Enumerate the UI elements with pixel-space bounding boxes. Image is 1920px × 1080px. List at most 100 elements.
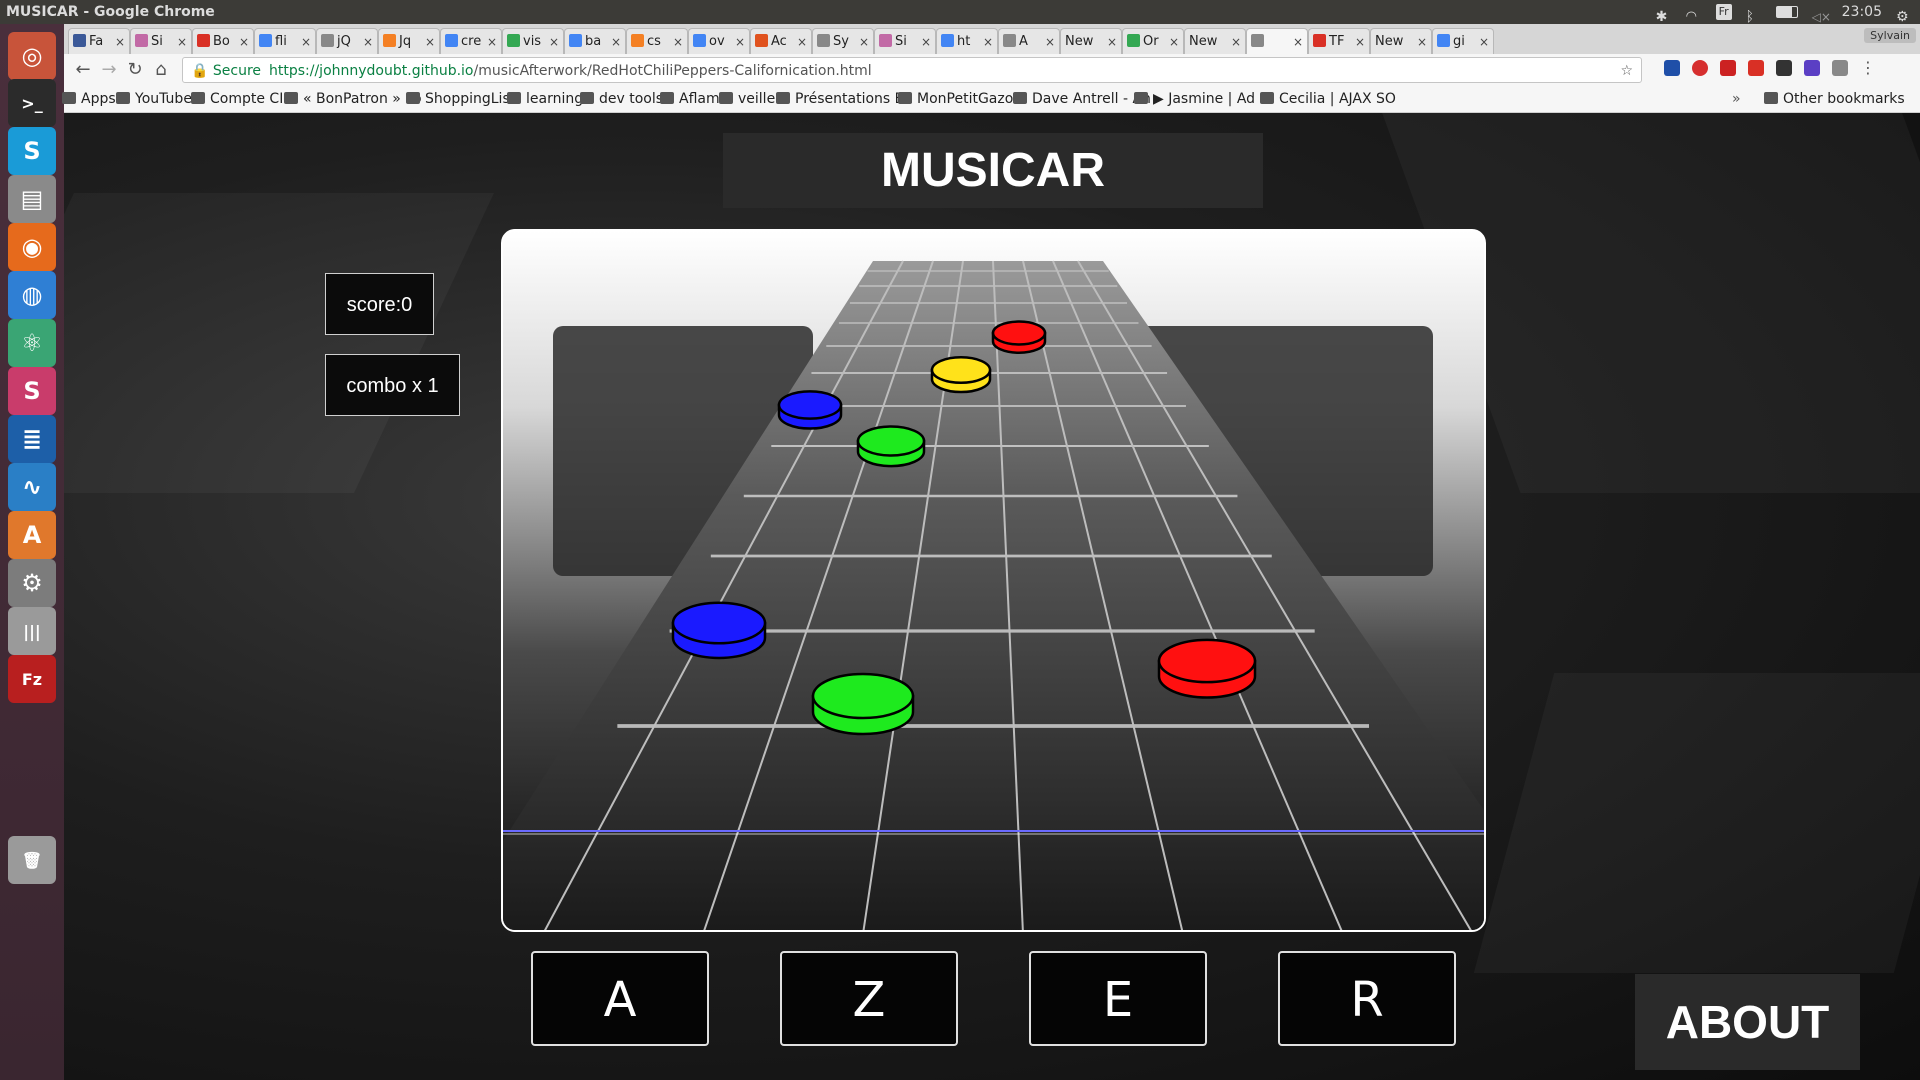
chrome-icon[interactable]: ◍ <box>8 271 56 319</box>
tab-close-icon[interactable]: × <box>1417 29 1427 54</box>
browser-tab[interactable]: jQ × <box>316 28 378 54</box>
key-r-button[interactable]: R <box>1278 951 1456 1046</box>
firefox-icon[interactable]: ◉ <box>8 223 56 271</box>
browser-tab[interactable]: Sy × <box>812 28 874 54</box>
browser-tab[interactable]: cs × <box>626 28 688 54</box>
tab-close-icon[interactable]: × <box>1293 29 1303 54</box>
bookmark-item[interactable]: YouTube <box>116 86 192 112</box>
bookmark-item[interactable]: learning <box>507 86 583 112</box>
star-icon[interactable]: ☆ <box>1620 58 1633 84</box>
browser-tab[interactable]: Or × <box>1122 28 1184 54</box>
tab-close-icon[interactable]: × <box>983 29 993 54</box>
tab-close-icon[interactable]: × <box>239 29 249 54</box>
browser-tab[interactable]: cre × <box>440 28 502 54</box>
bookmark-item[interactable]: Présentations Bu <box>776 86 913 112</box>
tab-close-icon[interactable]: × <box>1045 29 1055 54</box>
tab-close-icon[interactable]: × <box>611 29 621 54</box>
browser-tab[interactable]: Jq × <box>378 28 440 54</box>
extension-icon[interactable] <box>1832 60 1848 76</box>
ubuntu-dash-icon[interactable]: ◎ <box>8 32 56 80</box>
browser-tab[interactable]: ov × <box>688 28 750 54</box>
bookmark-item[interactable]: ShoppingList <box>406 86 515 112</box>
bookmark-item[interactable]: dev tools <box>580 86 663 112</box>
keyboard-layout-indicator[interactable]: Fr <box>1715 4 1732 20</box>
tab-close-icon[interactable]: × <box>115 29 125 54</box>
tab-close-icon[interactable]: × <box>1107 29 1117 54</box>
opera-icon[interactable] <box>1692 60 1708 76</box>
tab-close-icon[interactable]: × <box>549 29 559 54</box>
system-monitor-icon[interactable]: ∿ <box>8 463 56 511</box>
tab-close-icon[interactable]: × <box>1231 29 1241 54</box>
clock[interactable]: 23:05 <box>1842 0 1882 24</box>
terminal-icon[interactable]: >_ <box>8 79 56 127</box>
extension-icon[interactable] <box>1776 60 1792 76</box>
tab-close-icon[interactable]: × <box>487 29 497 54</box>
bluetooth-icon[interactable]: ᛒ <box>1746 5 1762 25</box>
tab-close-icon[interactable]: × <box>177 29 187 54</box>
adblock-icon[interactable] <box>1720 60 1736 76</box>
battery-icon[interactable] <box>1775 6 1798 18</box>
back-arrow-icon[interactable]: ← <box>72 59 94 81</box>
home-icon[interactable]: ⌂ <box>150 59 172 81</box>
system-settings-icon[interactable]: ⚙ <box>8 559 56 607</box>
extension-icon[interactable] <box>1804 60 1820 76</box>
gmail-icon[interactable] <box>1748 60 1764 76</box>
settings-icon[interactable]: ✱ <box>1656 5 1672 25</box>
tab-close-icon[interactable]: × <box>1479 29 1489 54</box>
browser-tab[interactable]: Si × <box>874 28 936 54</box>
bookmark-item[interactable]: MonPetitGazon <box>898 86 1022 112</box>
bookmark-item[interactable]: « BonPatron » co <box>284 86 422 112</box>
bookmark-item[interactable]: Compte CIC <box>191 86 293 112</box>
address-bar[interactable]: 🔒 Secure https://johnnydoubt.github.io/m… <box>182 57 1642 83</box>
browser-tab[interactable]: ba × <box>564 28 626 54</box>
slack-icon[interactable]: S <box>8 367 56 415</box>
bookmark-item[interactable]: Cecilia | AJAX SO <box>1260 86 1396 112</box>
bookmark-item[interactable]: veille <box>719 86 775 112</box>
browser-tab[interactable]: Ac × <box>750 28 812 54</box>
browser-tab[interactable]: New × <box>1370 28 1432 54</box>
browser-tab[interactable]: fli × <box>254 28 316 54</box>
menu-icon[interactable]: ⋮ <box>1860 60 1876 76</box>
atom-icon[interactable]: ⚛ <box>8 319 56 367</box>
filezilla-icon[interactable]: Fz <box>8 655 56 703</box>
browser-tab[interactable]: vis × <box>502 28 564 54</box>
wifi-icon[interactable]: ◠ <box>1686 5 1702 24</box>
skype-icon[interactable]: S <box>8 127 56 175</box>
bookmarks-overflow-chevron[interactable]: » <box>1732 86 1741 112</box>
other-bookmarks[interactable]: Other bookmarks <box>1764 86 1905 112</box>
tab-close-icon[interactable]: × <box>425 29 435 54</box>
browser-tab[interactable]: TF × <box>1308 28 1370 54</box>
browser-tab[interactable]: gi × <box>1432 28 1494 54</box>
forward-arrow-icon[interactable]: → <box>98 59 120 81</box>
tab-close-icon[interactable]: × <box>673 29 683 54</box>
trash-icon[interactable]: 🗑 <box>8 836 56 884</box>
bookmark-item[interactable]: Dave Antrell - An <box>1013 86 1151 112</box>
browser-tab[interactable]: A × <box>998 28 1060 54</box>
key-e-button[interactable]: E <box>1029 951 1207 1046</box>
tab-close-icon[interactable]: × <box>363 29 373 54</box>
browser-tab[interactable]: New × <box>1060 28 1122 54</box>
tab-close-icon[interactable]: × <box>797 29 807 54</box>
browser-tab[interactable]: Fa × <box>68 28 130 54</box>
tab-close-icon[interactable]: × <box>301 29 311 54</box>
software-center-icon[interactable]: A <box>8 511 56 559</box>
browser-tab[interactable]: Si × <box>130 28 192 54</box>
browser-tab[interactable]: × <box>1246 28 1308 54</box>
power-gear-icon[interactable]: ⚙ <box>1896 5 1912 25</box>
volume-icon[interactable]: ◁× <box>1812 5 1831 24</box>
key-z-button[interactable]: Z <box>780 951 958 1046</box>
bookmark-item[interactable]: ▶ Jasmine | Ad n <box>1134 86 1268 112</box>
mixer-icon[interactable]: ||| <box>8 607 56 655</box>
key-a-button[interactable]: A <box>531 951 709 1046</box>
libreoffice-writer-icon[interactable]: ≣ <box>8 415 56 463</box>
tab-close-icon[interactable]: × <box>1169 29 1179 54</box>
bookmark-item[interactable]: Apps <box>62 86 116 112</box>
tab-close-icon[interactable]: × <box>1355 29 1365 54</box>
browser-tab[interactable]: Bo × <box>192 28 254 54</box>
tab-close-icon[interactable]: × <box>735 29 745 54</box>
about-button[interactable]: ABOUT <box>1635 974 1860 1070</box>
tab-close-icon[interactable]: × <box>921 29 931 54</box>
browser-tab[interactable]: ht × <box>936 28 998 54</box>
bookmark-item[interactable]: Aflam <box>660 86 720 112</box>
files-icon[interactable]: ▤ <box>8 175 56 223</box>
